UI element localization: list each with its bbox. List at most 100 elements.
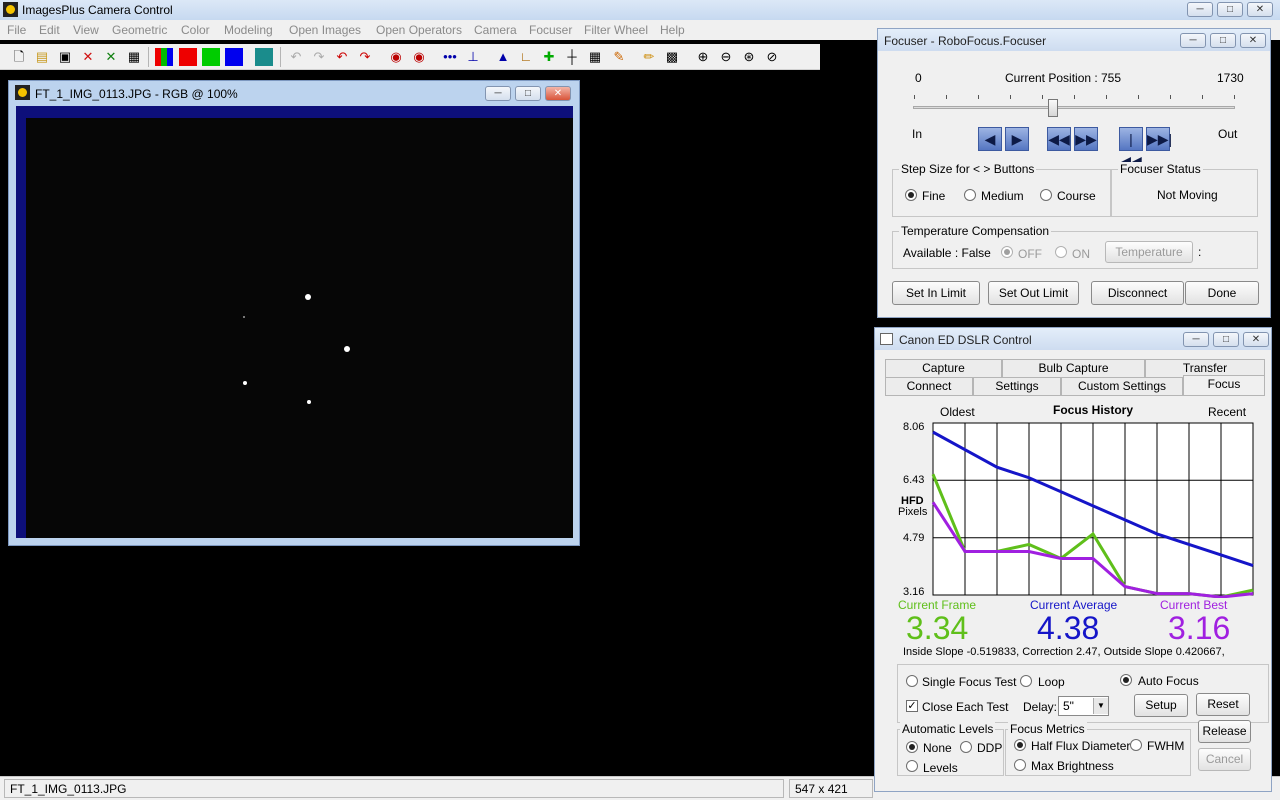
toolbar-separator — [280, 47, 281, 67]
star-target-icon[interactable]: ◉ — [387, 48, 405, 66]
maximize-icon[interactable]: □ — [1217, 2, 1243, 17]
stack-icon[interactable] — [255, 48, 273, 66]
done-button[interactable]: Done — [1185, 281, 1259, 305]
histogram-icon[interactable]: ▲ — [494, 48, 512, 66]
curve-icon[interactable]: ∟ — [517, 48, 535, 66]
tab-settings[interactable]: Settings — [973, 377, 1061, 395]
step-course-radio[interactable] — [1040, 189, 1052, 201]
levels-none-radio[interactable] — [906, 741, 918, 753]
menu-geometric[interactable]: Geometric — [112, 23, 167, 37]
close-each-checkbox[interactable]: ✓ — [906, 700, 918, 712]
reset-button[interactable]: Reset — [1196, 693, 1250, 716]
levels-levels-radio[interactable] — [906, 760, 918, 772]
disconnect-button[interactable]: Disconnect — [1091, 281, 1184, 305]
menu-camera[interactable]: Camera — [474, 23, 517, 37]
minimize-icon[interactable]: ─ — [1183, 332, 1209, 347]
maximize-icon[interactable]: □ — [1213, 332, 1239, 347]
metric-max-brightness-radio[interactable] — [1014, 759, 1026, 771]
step-out-button[interactable]: ▶ — [1005, 127, 1029, 151]
minimize-icon[interactable]: ─ — [485, 86, 511, 101]
star-image[interactable] — [26, 118, 573, 538]
star-target-alt-icon[interactable]: ◉ — [410, 48, 428, 66]
temperature-button[interactable]: Temperature — [1105, 241, 1193, 263]
redo-gray-icon[interactable]: ↷ — [310, 48, 328, 66]
redo-icon[interactable]: ↷ — [356, 48, 374, 66]
tab-focus[interactable]: Focus — [1183, 375, 1265, 396]
open-folder-icon[interactable]: ▤ — [33, 48, 51, 66]
menu-edit[interactable]: Edit — [39, 23, 60, 37]
dots-icon[interactable]: ••• — [441, 48, 459, 66]
paint-icon[interactable]: ✎ — [610, 48, 628, 66]
minimize-icon[interactable]: ─ — [1187, 2, 1213, 17]
fast-in-button[interactable]: ◀◀ — [1047, 127, 1071, 151]
green-channel-icon[interactable] — [202, 48, 220, 66]
close-red-x-icon[interactable]: ✕ — [79, 48, 97, 66]
step-in-button[interactable]: ◀ — [978, 127, 1002, 151]
loop-radio[interactable] — [1020, 675, 1032, 687]
grid-select-icon[interactable]: ▦ — [586, 48, 604, 66]
maximize-icon[interactable]: □ — [1210, 33, 1236, 48]
calculator-icon[interactable]: ▩ — [663, 48, 681, 66]
menu-open-images[interactable]: Open Images — [289, 23, 361, 37]
full-in-button[interactable]: |◀◀ — [1119, 127, 1143, 169]
fast-out-button[interactable]: ▶▶ — [1074, 127, 1098, 151]
set-in-limit-button[interactable]: Set In Limit — [892, 281, 980, 305]
single-focus-radio[interactable] — [906, 675, 918, 687]
metric-hfd-radio[interactable] — [1014, 739, 1026, 751]
zoom-actual-icon[interactable]: ⊘ — [763, 48, 781, 66]
zoom-out-icon[interactable]: ⊖ — [717, 48, 735, 66]
menu-help[interactable]: Help — [660, 23, 685, 37]
position-slider-thumb[interactable] — [1048, 99, 1059, 117]
tab-connect[interactable]: Connect — [885, 377, 973, 395]
save-icon[interactable]: ▣ — [56, 48, 74, 66]
levels-ddp-radio[interactable] — [960, 741, 972, 753]
temp-on-radio[interactable] — [1055, 246, 1067, 258]
temp-off-radio[interactable] — [1001, 246, 1013, 258]
set-out-limit-button[interactable]: Set Out Limit — [988, 281, 1079, 305]
metric-fwhm-radio[interactable] — [1130, 739, 1142, 751]
pencil-icon[interactable]: ✏ — [640, 48, 658, 66]
minimize-icon[interactable]: ─ — [1180, 33, 1206, 48]
release-button[interactable]: Release — [1198, 720, 1251, 743]
blue-channel-icon[interactable] — [225, 48, 243, 66]
tab-capture[interactable]: Capture — [885, 359, 1002, 377]
close-green-x-icon[interactable]: ✕ — [102, 48, 120, 66]
tab-bulb-capture[interactable]: Bulb Capture — [1002, 359, 1145, 377]
step-fine-radio[interactable] — [905, 189, 917, 201]
menu-view[interactable]: View — [73, 23, 99, 37]
new-file-icon[interactable]: 🗋 — [10, 48, 28, 66]
undo-icon[interactable]: ↶ — [333, 48, 351, 66]
crosshair-icon[interactable]: ┼ — [563, 48, 581, 66]
chevron-down-icon[interactable]: ▼ — [1093, 698, 1108, 714]
maximize-icon[interactable]: □ — [515, 86, 541, 101]
zoom-fit-icon[interactable]: ⊛ — [740, 48, 758, 66]
delay-select[interactable]: 5" ▼ — [1058, 696, 1109, 716]
menu-filter-wheel[interactable]: Filter Wheel — [584, 23, 648, 37]
plot-icon[interactable]: ⊥ — [464, 48, 482, 66]
image-window-title: FT_1_IMG_0113.JPG - RGB @ 100% — [35, 87, 238, 101]
menu-file[interactable]: File — [7, 23, 26, 37]
zoom-in-icon[interactable]: ⊕ — [694, 48, 712, 66]
menu-color[interactable]: Color — [181, 23, 210, 37]
levels-none-label: None — [923, 741, 952, 755]
focus-history-chart: 8.066.434.793.16 HFD Pixels — [898, 421, 1254, 598]
position-slider-track[interactable] — [913, 106, 1235, 109]
close-icon[interactable]: ✕ — [1240, 33, 1266, 48]
close-icon[interactable]: ✕ — [1243, 332, 1269, 347]
cancel-button[interactable]: Cancel — [1198, 748, 1251, 771]
add-green-icon[interactable]: ✚ — [540, 48, 558, 66]
tab-custom-settings[interactable]: Custom Settings — [1061, 377, 1183, 395]
menu-open-operators[interactable]: Open Operators — [376, 23, 462, 37]
full-out-button[interactable]: ▶▶| — [1146, 127, 1172, 151]
window-icon[interactable]: ▦ — [125, 48, 143, 66]
red-channel-icon[interactable] — [179, 48, 197, 66]
menu-focuser[interactable]: Focuser — [529, 23, 572, 37]
close-icon[interactable]: ✕ — [1247, 2, 1273, 17]
menu-modeling[interactable]: Modeling — [224, 23, 273, 37]
step-medium-radio[interactable] — [964, 189, 976, 201]
undo-gray-icon[interactable]: ↶ — [287, 48, 305, 66]
auto-focus-radio[interactable] — [1120, 674, 1132, 686]
setup-button[interactable]: Setup — [1134, 694, 1188, 717]
close-icon[interactable]: ✕ — [545, 86, 571, 101]
rgb-channels-icon[interactable] — [155, 48, 173, 66]
